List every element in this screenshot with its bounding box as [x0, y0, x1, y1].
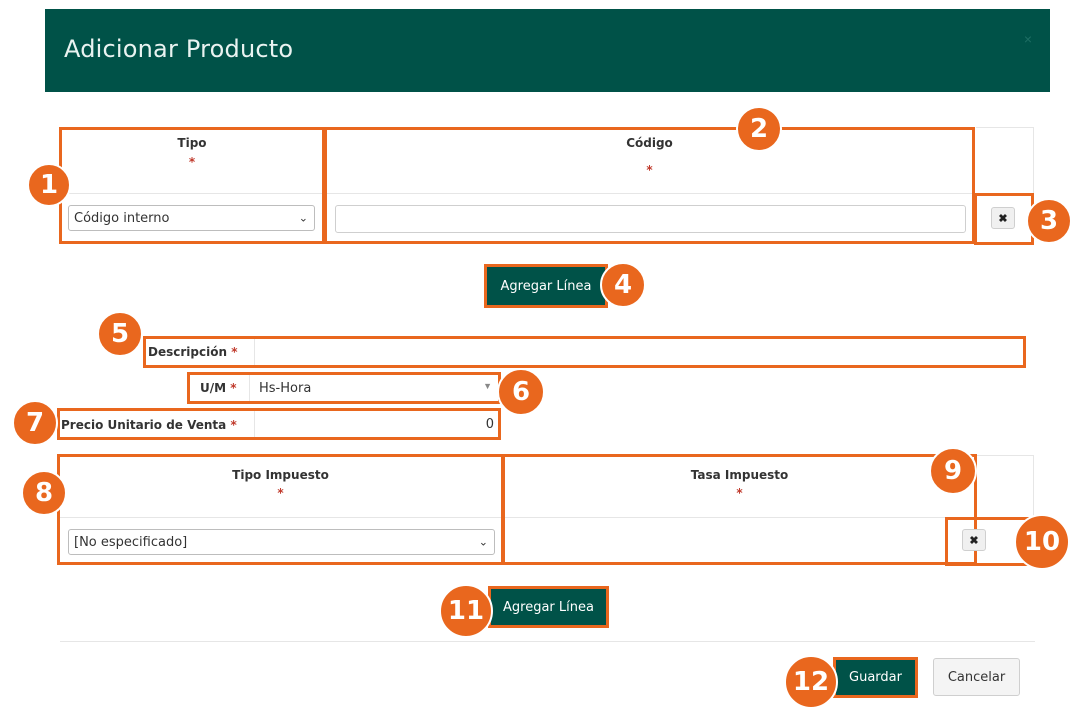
- grid-line: [976, 455, 1034, 456]
- grid-line: [249, 375, 250, 401]
- descripcion-input[interactable]: [256, 339, 1023, 365]
- chevron-down-icon: ⌄: [298, 211, 308, 225]
- required-mark: *: [188, 155, 196, 169]
- um-label: U/M *: [200, 381, 237, 395]
- grid-line: [254, 411, 255, 437]
- step-badge: 4: [600, 262, 646, 308]
- descripcion-label: Descripción *: [148, 345, 238, 359]
- step-badge: 2: [736, 106, 782, 152]
- tipo-header: Tipo: [177, 136, 207, 150]
- close-icon: ✖: [969, 534, 979, 547]
- step-badge: 3: [1026, 198, 1072, 244]
- step-badge: 8: [21, 470, 67, 516]
- caret-down-icon: ▼: [483, 381, 492, 391]
- required-mark: *: [646, 163, 653, 177]
- precio-label: Precio Unitario de Venta *: [61, 418, 237, 432]
- grid-line: [976, 127, 1034, 128]
- step-badge: 6: [497, 368, 545, 416]
- step-badge: 1: [27, 163, 71, 207]
- step-badge: 11: [439, 584, 493, 638]
- close-icon: ✖: [998, 212, 1008, 225]
- tipo-select[interactable]: Código interno ⌄: [68, 205, 315, 231]
- step-badge: 5: [97, 311, 143, 357]
- dialog-title: Adicionar Producto: [64, 35, 294, 63]
- precio-input[interactable]: 0: [256, 411, 498, 437]
- tasa-impuesto-header: Tasa Impuesto: [690, 468, 789, 482]
- close-icon[interactable]: ×: [1024, 31, 1032, 47]
- grid-line: [254, 339, 255, 365]
- cancel-button[interactable]: Cancelar: [933, 658, 1020, 696]
- um-select[interactable]: Hs-Hora ▼: [252, 375, 498, 401]
- tipo-impuesto-select-value: [No especificado]: [74, 534, 188, 550]
- dialog-header: Adicionar Producto ×: [45, 9, 1050, 92]
- add-tax-line-button[interactable]: Agregar Línea: [491, 589, 606, 625]
- required-mark: *: [736, 486, 743, 500]
- codigo-header: Código: [626, 136, 673, 150]
- remove-code-row-button[interactable]: ✖: [991, 207, 1015, 229]
- tipo-impuesto-header: Tipo Impuesto: [232, 468, 329, 482]
- remove-tax-row-button[interactable]: ✖: [962, 529, 986, 551]
- um-select-value: Hs-Hora: [259, 381, 312, 396]
- add-code-line-button[interactable]: Agregar Línea: [487, 267, 605, 305]
- chevron-down-icon: ⌄: [478, 535, 488, 549]
- tipo-select-value: Código interno: [74, 210, 170, 226]
- step-badge: 12: [784, 655, 838, 709]
- step-badge: 7: [12, 400, 58, 446]
- required-mark: *: [277, 486, 284, 500]
- step-badge: 9: [929, 447, 977, 495]
- tipo-impuesto-select[interactable]: [No especificado] ⌄: [68, 529, 495, 555]
- save-button[interactable]: Guardar: [836, 660, 915, 695]
- precio-value: 0: [485, 417, 494, 432]
- step-badge: 10: [1014, 514, 1070, 570]
- footer-divider: [60, 641, 1035, 642]
- codigo-input[interactable]: [335, 205, 966, 233]
